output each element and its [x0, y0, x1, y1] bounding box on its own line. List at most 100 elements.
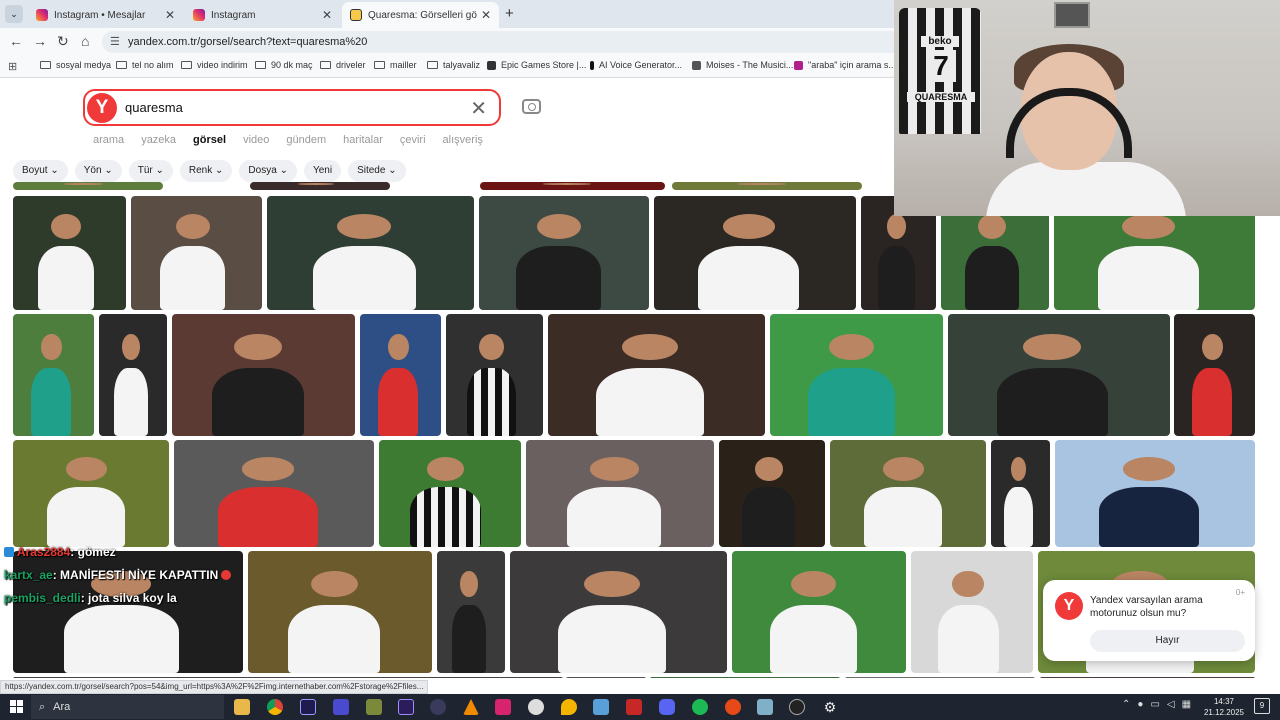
service-alisveris[interactable]: alışveriş — [443, 134, 483, 146]
network-icon[interactable]: ▭ — [1150, 699, 1159, 710]
service-arama[interactable]: arama — [93, 134, 124, 146]
result-image[interactable] — [360, 314, 441, 436]
service-video[interactable]: video — [243, 134, 269, 146]
reload-icon[interactable]: ↻ — [57, 33, 69, 50]
settings-icon[interactable]: ⚙ — [822, 699, 838, 715]
service-gorsel[interactable]: görsel — [193, 134, 226, 146]
bookmark-video-indirim[interactable]: video indirim — [181, 60, 248, 70]
bookmark-ai-voice[interactable]: AI Voice Generator... — [590, 60, 682, 70]
search-input[interactable]: quaresma — [125, 100, 183, 115]
close-tab-icon[interactable]: ✕ — [165, 8, 175, 22]
bookmark-mailler[interactable]: mailler — [374, 60, 417, 70]
tab-instagram-messages[interactable]: Instagram • Mesajlar ✕ — [28, 2, 183, 28]
result-image[interactable] — [437, 551, 505, 673]
apps-grid-icon[interactable]: ⊞ — [8, 60, 17, 73]
result-image[interactable] — [13, 677, 563, 678]
service-ceviri[interactable]: çeviri — [400, 134, 426, 146]
media-encoder-icon[interactable] — [398, 699, 414, 715]
result-image[interactable] — [99, 314, 167, 436]
result-image[interactable] — [174, 440, 374, 547]
result-image[interactable] — [510, 551, 727, 673]
result-image[interactable] — [526, 440, 714, 547]
result-image[interactable] — [267, 196, 474, 310]
windows-start-icon[interactable] — [10, 700, 23, 713]
result-image[interactable] — [172, 314, 355, 436]
browser-icon[interactable] — [528, 699, 544, 715]
taskbar-search[interactable]: ⌕ Ara — [31, 695, 224, 719]
clear-search-icon[interactable]: ✕ — [470, 96, 487, 121]
store-icon[interactable] — [593, 699, 609, 715]
result-image[interactable] — [1055, 440, 1255, 547]
new-tab-button[interactable]: + — [505, 5, 514, 22]
obs-icon[interactable] — [430, 699, 446, 715]
tab-yandex-images[interactable]: Quaresma: Görselleri görüntüle ✕ — [342, 2, 499, 28]
search-box[interactable]: Y quaresma ✕ — [83, 89, 501, 126]
keyboard-icon[interactable]: ▦ — [1182, 699, 1191, 710]
filter-dosya[interactable]: Dosya ⌄ — [239, 160, 297, 182]
app-icon[interactable] — [725, 699, 741, 715]
after-effects-icon[interactable] — [300, 699, 316, 715]
bookmark-tel-no-alim[interactable]: tel no alım — [116, 60, 174, 70]
discord-icon[interactable] — [659, 699, 675, 715]
spotify-icon[interactable] — [692, 699, 708, 715]
yandex-logo[interactable]: Y — [87, 93, 117, 123]
result-image[interactable] — [566, 677, 646, 678]
result-image[interactable] — [13, 196, 126, 310]
home-icon[interactable]: ⌂ — [81, 33, 89, 49]
result-image[interactable] — [480, 182, 665, 190]
result-image[interactable] — [13, 440, 169, 547]
result-image[interactable] — [13, 314, 94, 436]
tab-instagram[interactable]: Instagram ✕ — [185, 2, 340, 28]
taskbar-clock[interactable]: 14:37 21.12.2025 — [1201, 696, 1247, 718]
result-image[interactable] — [1040, 677, 1255, 678]
result-image[interactable] — [991, 440, 1050, 547]
maps-icon[interactable] — [561, 699, 577, 715]
result-image[interactable] — [845, 677, 1035, 678]
app-icon[interactable] — [626, 699, 642, 715]
bookmark-90-dk-mac[interactable]: 90 dk maç — [255, 60, 313, 70]
filter-boyut[interactable]: Boyut ⌄ — [13, 160, 68, 182]
speaker-icon[interactable]: ◁ — [1167, 699, 1175, 710]
filter-yon[interactable]: Yön ⌄ — [74, 160, 122, 182]
site-info-icon[interactable]: ☰ — [110, 31, 120, 53]
chrome-icon[interactable] — [267, 699, 283, 715]
file-explorer-icon[interactable] — [234, 699, 250, 715]
result-image[interactable] — [548, 314, 765, 436]
result-image[interactable] — [948, 314, 1170, 436]
result-image[interactable] — [250, 182, 390, 190]
result-image[interactable] — [770, 314, 943, 436]
camera-search-icon[interactable] — [522, 99, 541, 114]
result-image[interactable] — [650, 677, 840, 678]
close-tab-icon[interactable]: ✕ — [322, 8, 332, 22]
result-image[interactable] — [379, 440, 521, 547]
filter-tur[interactable]: Tür ⌄ — [128, 160, 173, 182]
address-bar[interactable]: ☰ yandex.com.tr/gorsel/search?text=quare… — [102, 31, 902, 53]
microphone-icon[interactable]: ● — [1137, 699, 1143, 710]
app-icon[interactable] — [757, 699, 773, 715]
vpn-icon[interactable] — [333, 699, 349, 715]
notifications-icon[interactable]: 9 — [1254, 698, 1270, 714]
result-image[interactable] — [732, 551, 906, 673]
result-image[interactable] — [248, 551, 432, 673]
filter-yeni[interactable]: Yeni — [303, 160, 342, 182]
bookmark-araba-search[interactable]: "araba" için arama s... — [794, 60, 896, 70]
tab-search-button[interactable]: ⌄ — [5, 5, 23, 23]
result-image[interactable] — [479, 196, 649, 310]
bookmark-talyavaliz[interactable]: talyavaliz — [427, 60, 480, 70]
result-image[interactable] — [672, 182, 862, 190]
result-image[interactable] — [654, 196, 856, 310]
forward-icon[interactable]: → — [33, 33, 47, 49]
filter-sitede[interactable]: Sitede ⌄ — [348, 160, 406, 182]
bookmark-epic-games[interactable]: Epic Games Store |... — [487, 60, 586, 70]
filter-renk[interactable]: Renk ⌄ — [179, 160, 233, 182]
decline-button[interactable]: Hayır — [1090, 630, 1245, 652]
service-gundem[interactable]: gündem — [286, 134, 326, 146]
result-image[interactable] — [13, 182, 163, 190]
result-image[interactable] — [1174, 314, 1255, 436]
game-icon[interactable] — [366, 699, 382, 715]
result-image[interactable] — [131, 196, 262, 310]
bookmark-moises[interactable]: Moises - The Musici... — [692, 60, 793, 70]
steam-icon[interactable] — [789, 699, 805, 715]
bookmark-sosyal-medya[interactable]: sosyal medya — [40, 60, 111, 70]
vlc-icon[interactable] — [463, 699, 479, 715]
